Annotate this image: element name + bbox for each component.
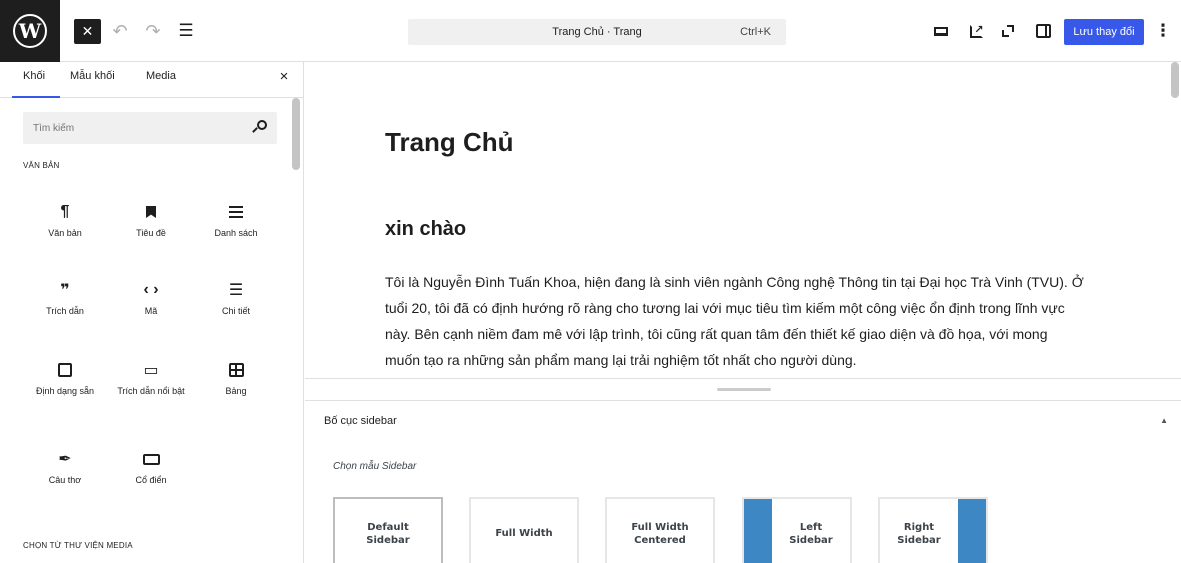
block-pullquote[interactable]: ▭ Trích dẫn nổi bật <box>107 358 195 397</box>
details-icon: ☰ <box>228 282 244 299</box>
redo-icon: ↷ <box>145 20 161 41</box>
tab-blocks[interactable]: Khối <box>12 62 60 98</box>
fullscreen-icon <box>1002 25 1014 37</box>
meta-box-title: Bố cục sidebar <box>324 415 397 427</box>
undo-icon: ↶ <box>112 20 128 41</box>
block-list[interactable]: Danh sách <box>192 200 280 239</box>
layout-label: Default <box>367 522 409 533</box>
section-heading-media: CHỌN TỪ THƯ VIỆN MEDIA <box>23 541 133 550</box>
block-label: Chi tiết <box>221 306 250 316</box>
classic-icon <box>107 447 195 471</box>
settings-panel-button[interactable] <box>1033 21 1053 41</box>
block-preformatted[interactable]: Định dạng sẵn <box>21 358 109 397</box>
layout-label: Sidebar <box>789 535 833 546</box>
preformatted-icon <box>21 358 109 382</box>
block-classic[interactable]: Cổ điển <box>107 447 195 486</box>
paragraph-block[interactable]: Tôi là Nguyễn Đình Tuấn Khoa, hiện đang … <box>385 269 1085 373</box>
search-icon <box>252 120 267 134</box>
layout-full-width-centered[interactable]: Full Width Centered <box>605 497 715 563</box>
block-label: Bảng <box>225 386 247 396</box>
block-table[interactable]: Bảng <box>192 358 280 397</box>
block-label: Văn bản <box>48 228 82 238</box>
block-details[interactable]: ☰ Chi tiết <box>192 278 280 317</box>
page-title[interactable]: Trang Chủ <box>385 127 514 158</box>
left-sidebar-preview <box>744 499 772 563</box>
external-link-icon: ↗ <box>969 24 984 38</box>
shortcut-hint: Ctrl+K <box>740 26 771 38</box>
close-icon: × <box>279 68 289 85</box>
block-label: Cổ điển <box>135 475 167 485</box>
meta-box-header[interactable]: Bố cục sidebar ▲ <box>305 400 1181 440</box>
block-search-input[interactable] <box>23 112 223 144</box>
block-label: Danh sách <box>214 228 258 238</box>
layout-label: Sidebar <box>366 535 410 546</box>
canvas-scrollbar[interactable] <box>1171 62 1179 98</box>
wordpress-logo-icon: W <box>13 14 47 48</box>
block-quote[interactable]: ❞ Trích dẫn <box>21 278 109 317</box>
block-verse[interactable]: ✒ Câu thơ <box>21 447 109 486</box>
wordpress-logo-button[interactable]: W <box>0 0 60 62</box>
heading-icon <box>107 200 195 224</box>
layout-default-sidebar[interactable]: Default Sidebar <box>333 497 443 563</box>
layout-label: Full Width <box>495 528 553 539</box>
inserter-tabs: Khối Mẫu khối Media × <box>0 62 303 98</box>
undo-button[interactable]: ↶ <box>108 19 132 43</box>
close-icon: ✕ <box>81 23 94 39</box>
editor-header: W ✕ ↶ ↷ ☰ Trang Chủ · Trang Ctrl+K ↗ Lưu… <box>0 0 1181 62</box>
quote-icon: ❞ <box>60 282 70 299</box>
options-menu-button[interactable]: ⋮ <box>1154 19 1172 43</box>
view-page-button[interactable]: ↗ <box>966 21 986 41</box>
meta-boxes-area: Bố cục sidebar ▲ Chọn mẫu Sidebar Defaul… <box>305 378 1181 563</box>
close-inserter-toggle-button[interactable]: ✕ <box>74 19 101 44</box>
meta-resize-handle[interactable] <box>717 388 771 391</box>
layout-right-sidebar[interactable]: Right Sidebar <box>878 497 988 563</box>
block-paragraph[interactable]: ¶ Văn bản <box>21 200 109 239</box>
section-heading-text: VĂN BẢN <box>23 161 60 170</box>
block-label: Trích dẫn nổi bật <box>117 386 185 396</box>
pullquote-icon: ▭ <box>143 362 159 379</box>
list-icon <box>192 200 280 224</box>
layout-label: Full Width <box>631 522 689 533</box>
layout-left-sidebar[interactable]: Left Sidebar <box>742 497 852 563</box>
right-sidebar-preview <box>958 499 986 563</box>
inserter-scrollbar-thumb[interactable] <box>292 98 300 170</box>
block-code[interactable]: ‹ › Mã <box>107 278 195 317</box>
tab-patterns[interactable]: Mẫu khối <box>70 62 115 98</box>
document-title: Trang Chủ · Trang <box>552 26 642 38</box>
close-inserter-button[interactable]: × <box>275 68 293 86</box>
sidebar-toggle-icon <box>1035 24 1051 38</box>
redo-button[interactable]: ↷ <box>141 19 165 43</box>
fullscreen-button[interactable] <box>998 21 1018 41</box>
collapse-toggle-icon[interactable]: ▲ <box>1160 416 1168 425</box>
block-label: Tiêu đề <box>136 228 166 238</box>
more-vertical-icon: ⋮ <box>1154 21 1172 40</box>
block-search-box <box>23 112 277 144</box>
verse-icon: ✒ <box>58 451 72 468</box>
block-label: Trích dẫn <box>46 306 84 316</box>
desktop-icon <box>934 26 948 36</box>
heading-block[interactable]: xin chào <box>385 218 466 241</box>
command-palette-bar[interactable]: Trang Chủ · Trang Ctrl+K <box>408 19 786 45</box>
block-heading[interactable]: Tiêu đề <box>107 200 195 239</box>
code-icon: ‹ › <box>143 281 159 298</box>
document-overview-button[interactable]: ☰ <box>174 19 198 43</box>
paragraph-icon: ¶ <box>60 203 70 220</box>
block-label: Định dạng sẵn <box>35 386 95 396</box>
save-button[interactable]: Lưu thay đổi <box>1064 19 1144 45</box>
meta-subtitle: Chọn mẫu Sidebar <box>333 461 417 472</box>
tab-media[interactable]: Media <box>146 62 176 98</box>
block-label: Mã <box>144 306 158 316</box>
layout-full-width[interactable]: Full Width <box>469 497 579 563</box>
editor-canvas: Trang Chủ xin chào Tôi là Nguyễn Đình Tu… <box>305 62 1181 378</box>
layout-label: Centered <box>634 535 686 546</box>
device-preview-button[interactable] <box>931 21 951 41</box>
list-view-icon: ☰ <box>178 21 194 40</box>
block-inserter-panel: Khối Mẫu khối Media × VĂN BẢN ¶ Văn bản … <box>0 62 304 563</box>
layout-label: Right <box>903 522 935 533</box>
table-icon <box>192 358 280 382</box>
block-label: Câu thơ <box>48 475 82 485</box>
layout-label: Sidebar <box>897 535 941 546</box>
layout-label: Left <box>799 522 823 533</box>
